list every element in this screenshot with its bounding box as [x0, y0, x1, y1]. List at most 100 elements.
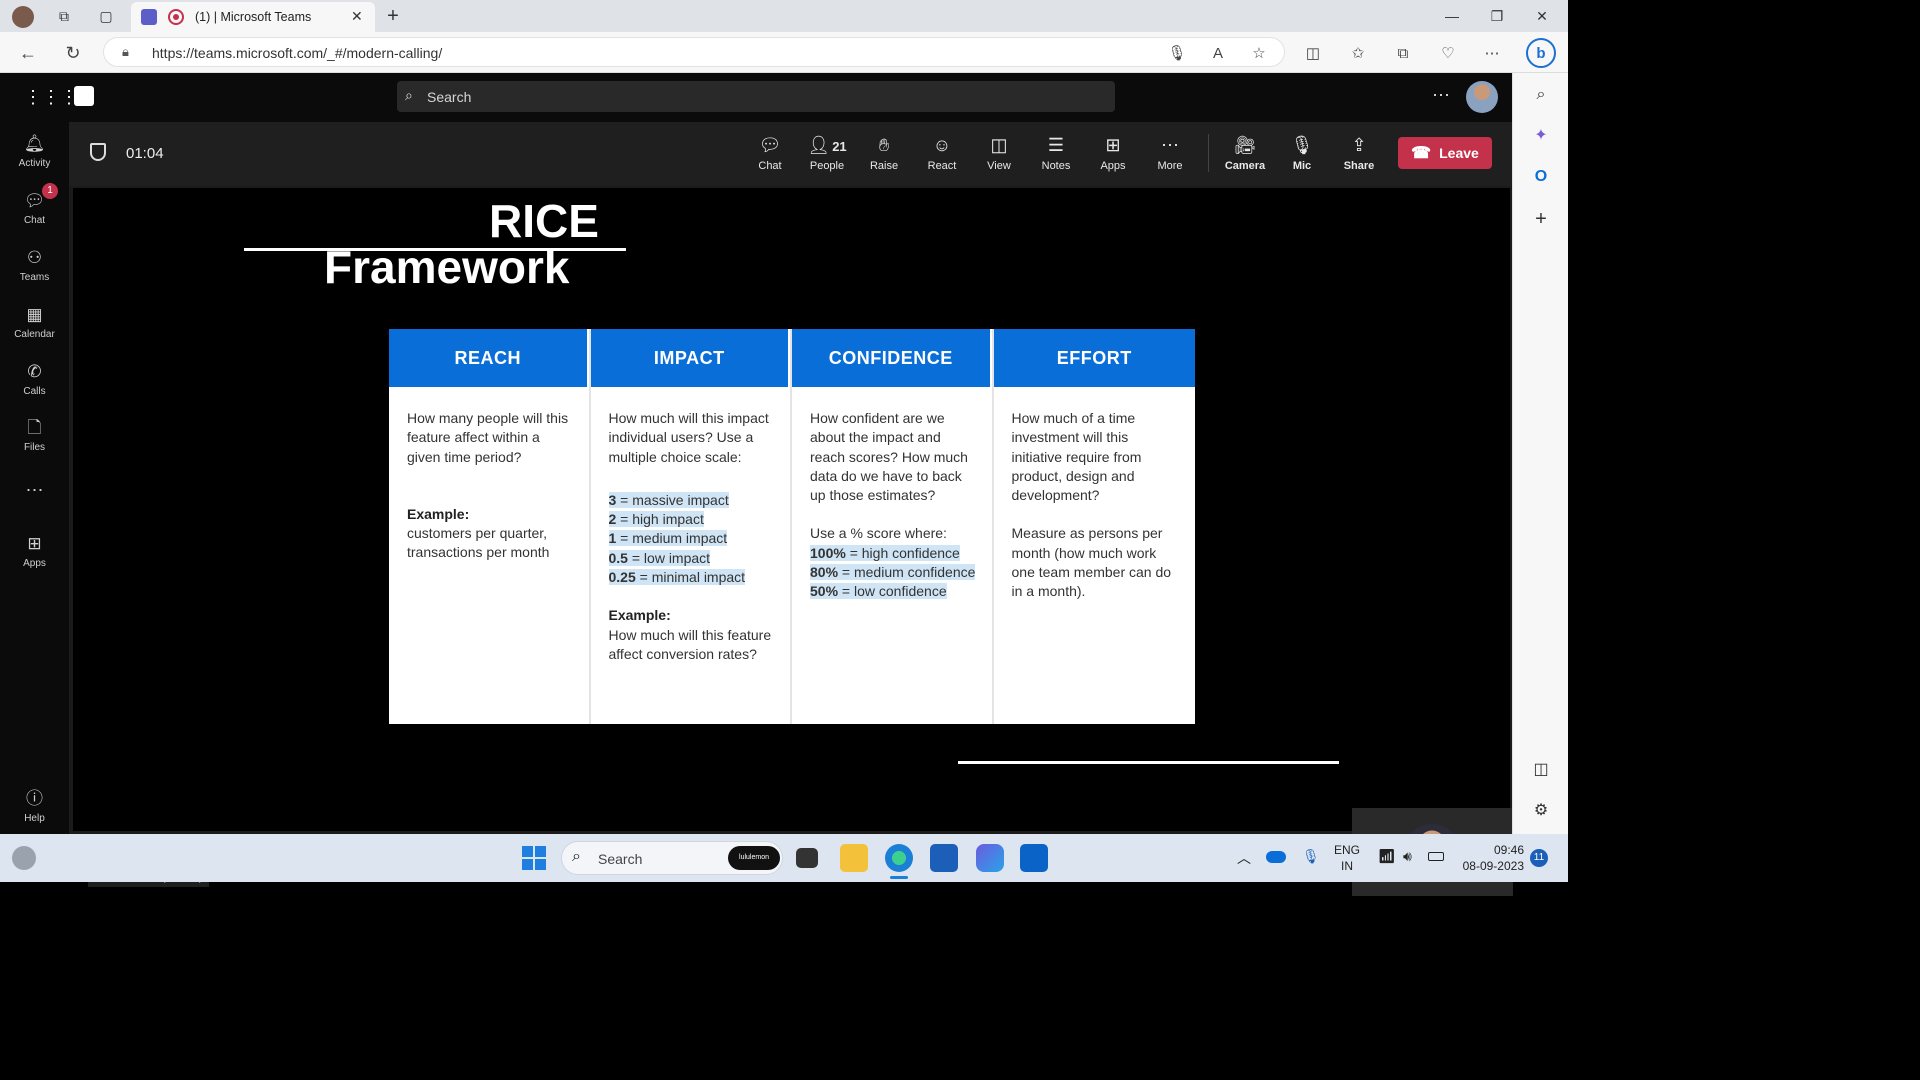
apps-icon: ⊞: [27, 534, 42, 553]
read-aloud-icon[interactable]: A: [1207, 42, 1229, 64]
react-button[interactable]: ☺ React: [914, 132, 970, 172]
notification-badge[interactable]: 11: [1530, 849, 1548, 867]
reach-question: How many people will this feature affect…: [407, 410, 569, 465]
people-icon: 👤︎ 21: [807, 135, 847, 155]
favorites-icon[interactable]: ✩: [1347, 42, 1369, 64]
meeting-area: 01:04 💬︎ Chat 👤︎ 21 People ✋︎ Raise ☺ Rea…: [69, 122, 1513, 896]
notes-button[interactable]: ☰ Notes: [1028, 132, 1084, 172]
microphone-tray-icon[interactable]: 🎙︎: [1302, 848, 1320, 865]
rail-item-calls[interactable]: ✆ Calls: [0, 360, 69, 397]
leave-button[interactable]: ☎︎ Leave: [1398, 137, 1492, 169]
confidence-question: How confident are we about the impact an…: [810, 410, 968, 504]
rail-item-teams[interactable]: ⚇ Teams: [0, 246, 69, 283]
show-hidden-icons-icon[interactable]: ︿: [1237, 848, 1251, 868]
people-button[interactable]: 👤︎ 21 People: [799, 132, 855, 172]
tab-actions-icon[interactable]: ▢: [96, 6, 116, 26]
teams-left-rail: 🔔︎ Activity 💬︎ 1 Chat ⚇ Teams ▦ Calendar…: [0, 122, 69, 834]
shield-icon[interactable]: [90, 143, 106, 161]
input-language[interactable]: ENG IN: [1334, 842, 1360, 874]
gear-icon[interactable]: ⚙: [1529, 798, 1553, 822]
weather-icon[interactable]: [12, 846, 36, 870]
chat-button[interactable]: 💬︎ Chat: [742, 132, 798, 172]
rail-item-help[interactable]: ⓘ Help: [0, 787, 69, 824]
add-icon[interactable]: +: [1529, 207, 1553, 231]
close-tab-icon[interactable]: ✕: [351, 8, 363, 25]
ctrl-label: Share: [1343, 160, 1375, 172]
rail-item-files[interactable]: 🗋︎ Files: [0, 416, 69, 453]
scale-value: 0.25: [608, 569, 636, 586]
file-explorer-icon[interactable]: [840, 844, 868, 872]
teams-favicon-icon: [141, 9, 157, 25]
search-input[interactable]: ⌕ Search: [397, 81, 1115, 112]
copilot-app-icon[interactable]: [976, 844, 1004, 872]
taskbar-search-input[interactable]: ⌕ Search lululemon: [561, 841, 783, 875]
settings-more-icon[interactable]: ⋯: [1481, 42, 1503, 64]
edge-browser-icon[interactable]: [885, 844, 913, 872]
close-window-icon[interactable]: ✕: [1532, 6, 1552, 26]
onedrive-icon[interactable]: [1266, 851, 1286, 863]
ctrl-label: More: [1157, 160, 1183, 172]
calendar-icon: ▦: [26, 305, 43, 324]
more-button[interactable]: ⋯ More: [1142, 132, 1198, 172]
confidence-column: CONFIDENCE How confident are we about th…: [792, 329, 994, 724]
rail-label: Teams: [19, 272, 50, 283]
bell-icon: 🔔︎: [23, 134, 46, 153]
profile-avatar-icon[interactable]: [12, 6, 34, 28]
sidebar-toggle-icon[interactable]: ◫: [1529, 757, 1553, 781]
rail-item-activity[interactable]: 🔔︎ Activity: [0, 132, 69, 169]
app-launcher-icon[interactable]: ⋮⋮⋮: [24, 86, 78, 108]
system-clock[interactable]: 09:46 08-09-2023: [1456, 842, 1524, 874]
windows-start-icon[interactable]: [522, 846, 546, 870]
rail-item-chat[interactable]: 💬︎ 1 Chat: [0, 183, 69, 226]
rail-item-calendar[interactable]: ▦ Calendar: [0, 303, 69, 340]
outlook-app-icon[interactable]: [1020, 844, 1048, 872]
url-field[interactable]: 🔒︎ https://teams.microsoft.com/_#/modern…: [103, 37, 1285, 67]
outlook-icon[interactable]: O: [1529, 165, 1553, 189]
view-button[interactable]: ◫ View: [971, 132, 1027, 172]
scale-text: = minimal impact: [635, 569, 746, 586]
notes-icon: ☰: [1047, 135, 1065, 155]
bing-copilot-icon[interactable]: b: [1526, 38, 1556, 68]
browser-tab-bar: ⧉ ▢ (1) | Microsoft Teams ✕ + — ❐ ✕: [0, 0, 1568, 32]
collections-icon[interactable]: ⧉: [1392, 42, 1414, 64]
mic-button[interactable]: 🎙︎ Mic: [1274, 132, 1330, 172]
raise-hand-button[interactable]: ✋︎ Raise: [856, 132, 912, 172]
favorite-star-icon[interactable]: ☆: [1248, 42, 1270, 64]
wifi-icon[interactable]: 📶︎: [1378, 848, 1396, 865]
apps-button[interactable]: ⊞ Apps: [1085, 132, 1141, 172]
search-icon[interactable]: ⌕: [1529, 83, 1553, 107]
split-screen-icon[interactable]: ◫: [1302, 42, 1324, 64]
refresh-icon[interactable]: ↻: [62, 42, 84, 64]
back-icon[interactable]: ←: [17, 42, 39, 64]
browser-tab[interactable]: (1) | Microsoft Teams ✕: [131, 2, 375, 32]
task-view-icon[interactable]: [796, 848, 818, 868]
browser-essentials-icon[interactable]: ♡: [1437, 42, 1459, 64]
minimize-icon[interactable]: —: [1442, 6, 1462, 26]
volume-icon[interactable]: 🔊︎: [1403, 848, 1412, 865]
battery-icon[interactable]: [1428, 852, 1444, 861]
rail-label: Apps: [23, 558, 46, 569]
confidence-scale-intro: Use a % score where:: [810, 525, 947, 542]
phone-icon: ✆: [27, 362, 42, 381]
scale-text: = medium impact: [616, 530, 728, 547]
rail-more-icon[interactable]: ⋯: [0, 480, 69, 501]
ctrl-label: Raise: [869, 160, 899, 172]
copilot-icon[interactable]: ✦: [1529, 123, 1553, 147]
restore-icon[interactable]: ❐: [1487, 6, 1507, 26]
user-avatar[interactable]: [1466, 81, 1498, 113]
camera-button[interactable]: 🎥︎ Camera: [1217, 132, 1273, 172]
example-label: Example:: [608, 607, 671, 624]
share-button[interactable]: ⇪ Share: [1331, 132, 1387, 172]
smile-icon: ☺: [932, 135, 952, 155]
new-tab-icon[interactable]: +: [383, 5, 403, 27]
more-options-icon[interactable]: ⋯: [1432, 85, 1450, 106]
effort-column: EFFORT How much of a time investment wil…: [993, 329, 1195, 724]
search-placeholder: Search: [427, 89, 472, 105]
workspaces-icon[interactable]: ⧉: [54, 6, 74, 26]
scale-text: = medium confidence: [838, 564, 976, 581]
scale-text: = high impact: [616, 511, 704, 528]
rail-item-apps[interactable]: ⊞ Apps: [0, 532, 69, 569]
microsoft-store-icon[interactable]: [930, 844, 958, 872]
microphone-icon[interactable]: 🎙︎: [1166, 42, 1188, 64]
effort-measure: Measure as persons per month (how much w…: [1011, 525, 1172, 600]
